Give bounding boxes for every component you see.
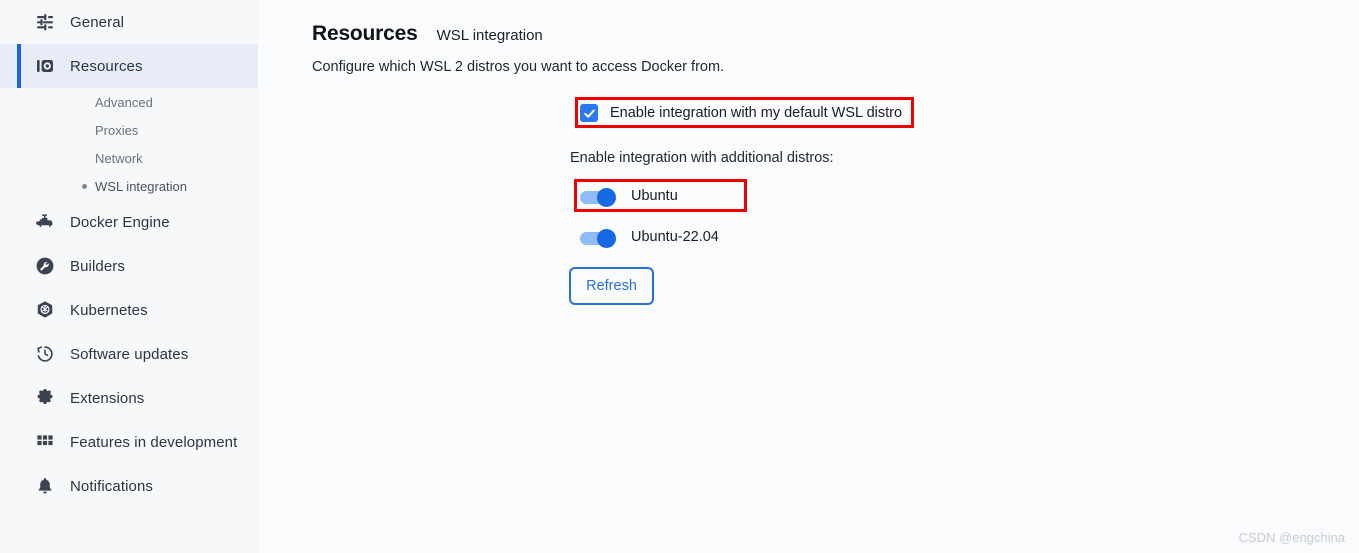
enable-default-wsl-distro-checkbox-row[interactable]: Enable integration with my default WSL d… — [580, 102, 902, 124]
sidebar-item-label: Extensions — [70, 389, 145, 407]
current-subitem-bullet-icon — [82, 183, 87, 189]
sidebar-subitem-label: Network — [95, 150, 143, 166]
sidebar-subitem-proxies[interactable]: Proxies — [0, 116, 258, 144]
toggle-knob — [597, 229, 616, 248]
sidebar-item-label: Software updates — [70, 345, 189, 363]
sidebar-item-label: Kubernetes — [70, 301, 148, 319]
sidebar-subitem-wsl-integration[interactable]: WSL integration — [0, 172, 258, 200]
sidebar-item-extensions[interactable]: Extensions — [0, 376, 258, 420]
puzzle-icon — [34, 387, 56, 409]
sidebar-item-label: Docker Engine — [70, 213, 170, 231]
engine-icon — [34, 211, 56, 233]
toggle-switch-on-icon[interactable] — [580, 229, 616, 248]
resources-icon — [34, 55, 56, 77]
wrench-circle-icon — [34, 255, 56, 277]
sidebar-item-label: Resources — [70, 57, 143, 75]
sidebar-subitem-label: Advanced — [95, 94, 153, 110]
checkbox-label: Enable integration with my default WSL d… — [610, 105, 903, 121]
toggle-switch-on-icon[interactable] — [580, 188, 616, 207]
bell-icon — [34, 475, 56, 497]
sidebar-item-label: Builders — [70, 257, 125, 275]
toggle-knob — [597, 188, 616, 207]
distro-toggle-row-ubuntu[interactable]: Ubuntu — [580, 184, 678, 208]
checkbox-checked-icon[interactable] — [580, 104, 598, 122]
sidebar-item-kubernetes[interactable]: Kubernetes — [0, 288, 258, 332]
page-title: Resources — [312, 22, 418, 45]
sidebar-subitem-advanced[interactable]: Advanced — [0, 88, 258, 116]
sidebar-item-software-updates[interactable]: Software updates — [0, 332, 258, 376]
sidebar-subitem-label: Proxies — [95, 122, 139, 138]
page-heading: Resources WSL integration — [312, 22, 543, 46]
refresh-button[interactable]: Refresh — [569, 267, 654, 305]
distro-toggle-row-ubuntu-2204[interactable]: Ubuntu-22.04 — [580, 225, 719, 249]
history-clock-icon — [34, 343, 56, 365]
kubernetes-icon — [34, 299, 56, 321]
sidebar-item-notifications[interactable]: Notifications — [0, 464, 258, 508]
sidebar-item-label: Features in development — [70, 433, 238, 451]
additional-distros-label: Enable integration with additional distr… — [570, 150, 834, 166]
grid-icon — [34, 431, 56, 453]
page-subtitle: WSL integration — [436, 27, 543, 44]
watermark: CSDN @engchina — [1238, 530, 1345, 545]
sidebar-item-builders[interactable]: Builders — [0, 244, 258, 288]
sidebar-subitem-network[interactable]: Network — [0, 144, 258, 172]
sidebar-item-general[interactable]: General — [0, 0, 258, 44]
sidebar-item-resources[interactable]: Resources — [0, 44, 258, 88]
distro-name-label: Ubuntu — [631, 188, 678, 204]
sidebar-subitem-label: WSL integration — [95, 178, 188, 194]
distro-name-label: Ubuntu-22.04 — [631, 229, 719, 245]
sliders-icon — [34, 11, 56, 33]
sidebar-item-label: General — [70, 13, 125, 31]
sidebar-item-docker-engine[interactable]: Docker Engine — [0, 200, 258, 244]
settings-sidebar: General Resources Advanced Proxies Netwo… — [0, 0, 258, 553]
sidebar-item-features-in-development[interactable]: Features in development — [0, 420, 258, 464]
page-description: Configure which WSL 2 distros you want t… — [312, 59, 725, 75]
sidebar-item-label: Notifications — [70, 477, 154, 495]
settings-main-panel: Resources WSL integration Configure whic… — [258, 0, 1359, 553]
